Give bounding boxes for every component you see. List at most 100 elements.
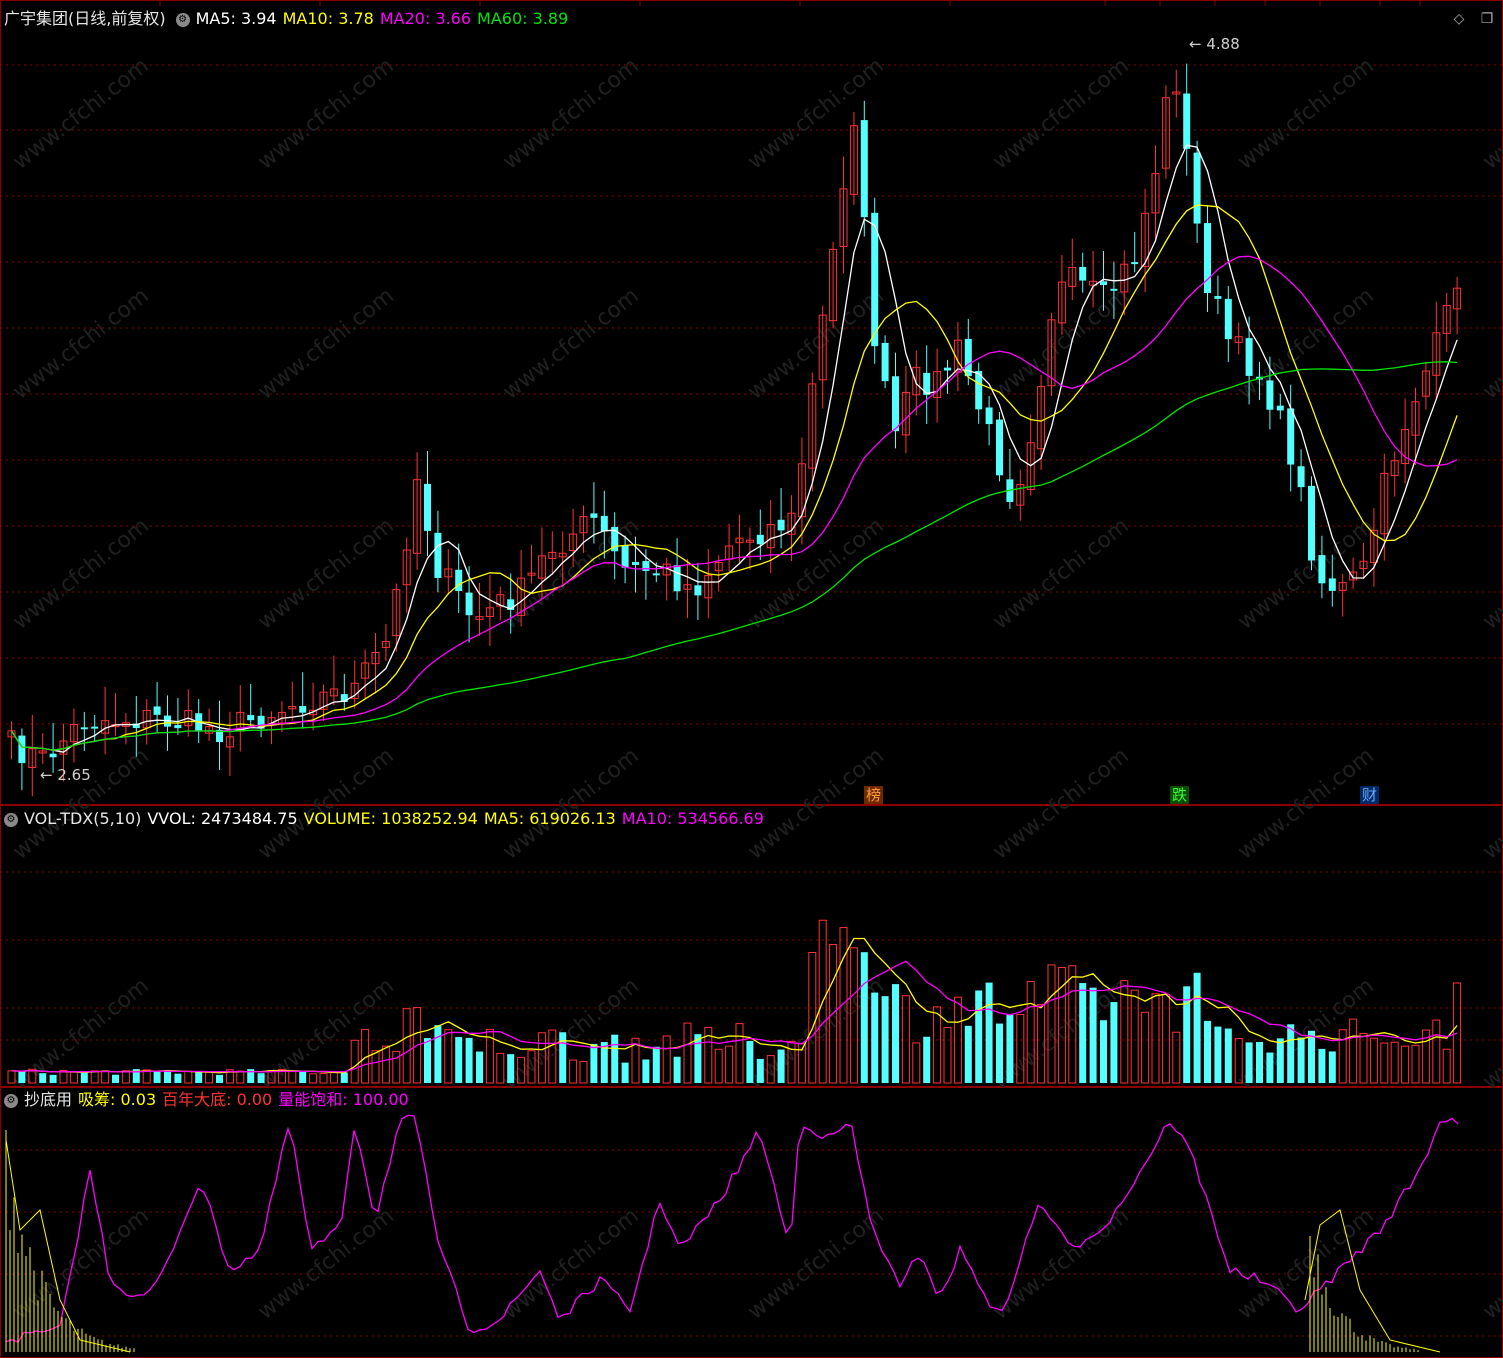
high-price-marker: ← 4.88 (1189, 35, 1240, 53)
diamond-icon[interactable]: ◇ (1450, 10, 1468, 28)
candle-body (455, 569, 463, 592)
volume-bar (195, 1071, 203, 1083)
candle-body (80, 727, 88, 730)
volume-bar (402, 1008, 411, 1084)
dadi-value: 百年大底: 0.00 (162, 1090, 273, 1109)
volume-bar (205, 1071, 214, 1084)
candle-body (1266, 380, 1274, 410)
volume-bar (912, 1042, 921, 1084)
candle-body (985, 407, 993, 425)
candle-body (1308, 485, 1315, 561)
volume-bar (257, 1073, 265, 1083)
gear-icon[interactable]: ⚙ (175, 12, 190, 27)
volume-bar (1183, 986, 1191, 1083)
volume-panel-header: ⚙ VOL-TDX(5,10) VVOL: 2473484.75 VOLUME: 10… (4, 808, 770, 830)
gear-icon[interactable]: ⚙ (4, 1093, 18, 1108)
candle-body (600, 515, 608, 532)
volume-bar (871, 992, 879, 1083)
low-price-marker: ← 2.65 (40, 766, 91, 784)
volume-bar (1442, 1048, 1451, 1084)
volume-bar (39, 1073, 47, 1083)
volume-bar (1245, 1042, 1253, 1083)
volume-bar (694, 1034, 702, 1083)
volume-bar (1276, 1038, 1284, 1083)
candle-body (1214, 296, 1222, 299)
volume-bar (381, 1045, 390, 1084)
volume-bar (621, 1062, 629, 1083)
volume-value: VOLUME: 1038252.94 (303, 809, 478, 828)
watermark-text: www.cfchi.com (743, 1203, 888, 1324)
candle-body (632, 561, 639, 565)
volume-bar (1287, 1024, 1295, 1083)
volume-bar (881, 996, 889, 1083)
volume-bar (996, 1023, 1003, 1083)
watermark-text: www.cfchi.com (253, 1203, 398, 1324)
watermark-text: www.cfchi.com (1233, 1203, 1378, 1324)
candle-body (1318, 555, 1326, 584)
volume-bar (860, 952, 868, 1083)
volume-bar (1369, 1037, 1378, 1084)
volume-bar (725, 1045, 734, 1084)
watermark-text: www.cfchi.com (498, 513, 643, 634)
xichou-value: 吸筹: 0.03 (78, 1090, 157, 1109)
event-tag-die[interactable]: 跌 (1170, 786, 1190, 804)
volume-bar (216, 1074, 223, 1083)
watermark-text: www.cfchi.com (498, 1203, 643, 1324)
vol-ma10-value: MA10: 534566.69 (621, 809, 764, 828)
watermark-text: www.cfchi.com (1478, 283, 1503, 404)
watermark-text: www.cfchi.com (498, 283, 643, 404)
window-icon[interactable]: ❐ (1478, 10, 1496, 28)
watermark-text: www.cfchi.com (253, 53, 398, 174)
volume-bar (975, 990, 983, 1083)
volume-bar (611, 1034, 619, 1083)
watermark-text: www.cfchi.com (498, 53, 643, 174)
watermark-text: www.cfchi.com (988, 513, 1133, 634)
candle-body (652, 573, 660, 576)
volume-bar (1204, 1020, 1211, 1083)
candle-body (996, 419, 1003, 476)
indicator-panel-header: ⚙ 抄底用 吸筹: 0.03 百年大底: 0.00 量能饱和: 100.00 (4, 1089, 415, 1111)
liangneng-value: 量能饱和: 100.00 (278, 1090, 409, 1109)
ma60-value: MA60: 3.89 (477, 9, 569, 28)
candle-body (642, 561, 650, 571)
volume-bar (1453, 982, 1462, 1084)
volume-bar (101, 1070, 110, 1084)
candle-body (1245, 338, 1253, 376)
volume-bar (1390, 1041, 1399, 1084)
volume-bar (1432, 1019, 1441, 1084)
candle-body (1110, 288, 1118, 291)
stock-chart-window: www.cfchi.com www.cfchi.com www.cfchi.com w… (0, 0, 1503, 1358)
vol-ma10-line (11, 960, 1458, 1073)
volume-bar (319, 1073, 328, 1084)
candle-body (1287, 408, 1295, 465)
candle-body (892, 376, 899, 432)
volume-bar (350, 1039, 359, 1084)
chart-canvas[interactable]: www.cfchi.com www.cfchi.com www.cfchi.com w… (0, 0, 1503, 1358)
candle-body (1276, 405, 1284, 411)
watermark-text: www.cfchi.com (8, 53, 153, 174)
volume-bar (340, 1072, 348, 1083)
volume-bar (923, 1036, 931, 1083)
volume-bar (1224, 1028, 1232, 1083)
candle-body (881, 342, 889, 382)
volume-bar (69, 1071, 78, 1084)
candle-body (694, 585, 702, 596)
volume-bar (112, 1074, 119, 1083)
volume-bar (1006, 1014, 1014, 1083)
volume-bar (985, 982, 993, 1083)
gear-icon[interactable]: ⚙ (4, 812, 18, 827)
volume-bar (80, 1071, 88, 1083)
event-tag-bang[interactable]: 榜 (864, 786, 884, 804)
watermark-text: www.cfchi.com (8, 283, 153, 404)
volume-bar (777, 1049, 785, 1083)
volume-bar (901, 995, 910, 1084)
volume-bar (1266, 1052, 1274, 1083)
volume-bar (444, 1029, 453, 1084)
volume-bar (1401, 1045, 1410, 1084)
candle-body (777, 519, 785, 531)
event-tag-cai[interactable]: 财 (1360, 786, 1380, 804)
volume-bar (964, 1025, 972, 1083)
candle-body (91, 726, 99, 729)
volume-bar (174, 1073, 182, 1083)
candle-body (1224, 298, 1232, 340)
